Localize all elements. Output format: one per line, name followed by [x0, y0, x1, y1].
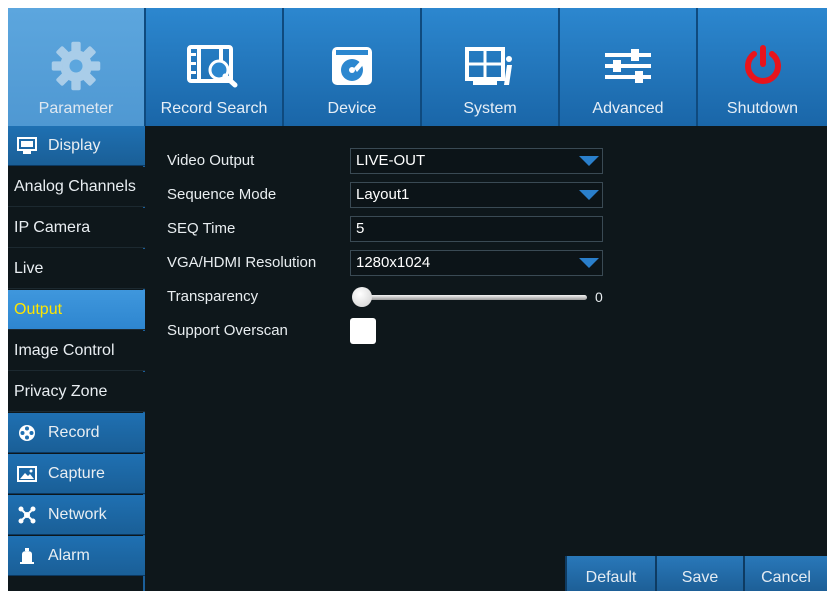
tab-parameter-label: Parameter — [38, 100, 114, 117]
tab-parameter[interactable]: Parameter — [8, 8, 146, 126]
video-output-dropdown[interactable]: LIVE-OUT — [350, 148, 603, 174]
sidebar-item-label: Display — [48, 136, 101, 154]
resolution-dropdown[interactable]: 1280x1024 — [350, 250, 603, 276]
seq-time-input[interactable]: 5 — [350, 216, 603, 242]
transparency-slider[interactable] — [353, 295, 587, 300]
tab-advanced[interactable]: Advanced — [560, 8, 698, 126]
sliders-icon — [600, 38, 656, 94]
resolution-value: 1280x1024 — [356, 254, 431, 271]
image-capture-icon — [16, 465, 38, 483]
sidebar-item-label: Output — [14, 300, 63, 318]
sequence-mode-dropdown[interactable]: Layout1 — [350, 182, 603, 208]
sidebar-item-output[interactable]: Output — [8, 290, 145, 330]
sequence-mode-value: Layout1 — [356, 186, 410, 203]
tab-record-search-label: Record Search — [160, 100, 268, 117]
sidebar-item-label: Analog Channels — [14, 177, 136, 195]
sidebar-item-label: Alarm — [48, 546, 90, 564]
transparency-label: Transparency — [167, 288, 259, 305]
sidebar: Display Analog Channels IP Camera Live O… — [8, 126, 145, 591]
support-overscan-label: Support Overscan — [167, 322, 288, 339]
sequence-mode-label: Sequence Mode — [167, 186, 277, 203]
sidebar-item-analog-channels[interactable]: Analog Channels — [8, 167, 145, 207]
gear-icon — [48, 38, 104, 94]
default-button[interactable]: Default — [565, 556, 655, 591]
sidebar-item-label: Live — [14, 259, 44, 277]
sidebar-item-record[interactable]: Record — [8, 413, 145, 453]
film-reel-icon — [16, 424, 38, 442]
tab-system-label: System — [463, 100, 517, 117]
seq-time-value: 5 — [356, 220, 365, 237]
network-icon — [16, 506, 38, 524]
seq-time-label: SEQ Time — [167, 220, 236, 237]
sidebar-item-label: Image Control — [14, 341, 115, 359]
resolution-label: VGA/HDMI Resolution — [167, 254, 317, 271]
chevron-down-icon[interactable] — [576, 149, 602, 173]
transparency-value: 0 — [595, 289, 603, 305]
power-icon — [735, 38, 791, 94]
tab-device-label: Device — [327, 100, 377, 117]
sidebar-item-privacy-zone[interactable]: Privacy Zone — [8, 372, 145, 412]
alarm-bell-icon — [16, 547, 38, 565]
tab-system[interactable]: System — [422, 8, 560, 126]
sidebar-item-image-control[interactable]: Image Control — [8, 331, 145, 371]
chevron-down-icon[interactable] — [576, 251, 602, 275]
system-info-icon — [462, 38, 518, 94]
chevron-down-icon[interactable] — [576, 183, 602, 207]
sidebar-item-alarm[interactable]: Alarm — [8, 536, 145, 576]
sidebar-item-label: Capture — [48, 464, 105, 482]
film-search-icon — [186, 38, 242, 94]
hdd-icon — [324, 38, 380, 94]
tab-advanced-label: Advanced — [592, 100, 664, 117]
tab-device[interactable]: Device — [284, 8, 422, 126]
video-output-value: LIVE-OUT — [356, 152, 426, 169]
tab-shutdown[interactable]: Shutdown — [698, 8, 827, 126]
sidebar-item-label: Network — [48, 505, 107, 523]
monitor-icon — [16, 136, 38, 155]
cancel-button[interactable]: Cancel — [743, 556, 827, 591]
tab-record-search[interactable]: Record Search — [146, 8, 284, 126]
sidebar-item-network[interactable]: Network — [8, 495, 145, 535]
sidebar-item-label: IP Camera — [14, 218, 91, 236]
dvr-window: Parameter Record Search Device System Ad… — [8, 8, 827, 591]
sidebar-item-label: Privacy Zone — [14, 382, 108, 400]
support-overscan-checkbox[interactable] — [350, 318, 376, 344]
output-settings-panel: Video Output LIVE-OUT Sequence Mode Layo… — [147, 126, 827, 591]
top-menu: Parameter Record Search Device System Ad… — [8, 8, 827, 126]
sidebar-item-label: Record — [48, 423, 100, 441]
sidebar-item-capture[interactable]: Capture — [8, 454, 145, 494]
save-button[interactable]: Save — [655, 556, 743, 591]
sidebar-item-live[interactable]: Live — [8, 249, 145, 289]
transparency-slider-handle[interactable] — [352, 287, 372, 307]
sidebar-item-ip-camera[interactable]: IP Camera — [8, 208, 145, 248]
tab-shutdown-label: Shutdown — [726, 100, 799, 117]
video-output-label: Video Output — [167, 152, 255, 169]
sidebar-item-display[interactable]: Display — [8, 126, 145, 166]
